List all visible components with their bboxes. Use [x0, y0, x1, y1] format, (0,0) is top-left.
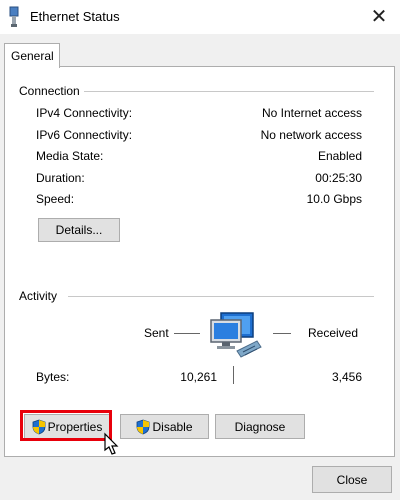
close-button-label: Close [336, 472, 368, 487]
close-icon[interactable]: ✕ [366, 4, 392, 30]
tab-panel-general [4, 66, 395, 457]
ethernet-adapter-icon [9, 6, 19, 27]
activity-group-label: Activity [19, 289, 62, 303]
properties-highlight-box [20, 410, 112, 441]
activity-group-line [68, 296, 374, 297]
window-title: Ethernet Status [30, 9, 120, 24]
tab-general[interactable]: General [4, 43, 60, 68]
tab-general-label: General [11, 49, 54, 63]
ipv6-label: IPv6 Connectivity: [36, 128, 133, 142]
uac-shield-icon [137, 419, 150, 434]
ipv4-label: IPv4 Connectivity: [36, 106, 133, 120]
media-state-label: Media State: [36, 149, 104, 163]
mouse-pointer-icon [104, 432, 119, 455]
ipv6-value: No network access [260, 128, 362, 142]
bytes-divider [233, 366, 234, 384]
details-button[interactable]: Details... [38, 218, 120, 242]
connection-group-line [84, 91, 374, 92]
speed-label: Speed: [36, 192, 75, 206]
network-computers-icon [210, 312, 262, 358]
bytes-sent-value: 10,261 [180, 370, 217, 384]
disable-button[interactable]: Disable [120, 414, 209, 439]
diagnose-button[interactable]: Diagnose [215, 414, 305, 439]
bytes-label: Bytes: [36, 370, 70, 384]
received-line [273, 333, 291, 334]
sent-line [174, 333, 200, 334]
ipv4-value: No Internet access [261, 106, 362, 120]
speed-value: 10.0 Gbps [306, 192, 362, 206]
close-button[interactable]: Close [312, 466, 392, 493]
sent-label: Sent [144, 326, 169, 340]
media-state-value: Enabled [317, 149, 362, 163]
details-button-label: Details... [55, 223, 103, 237]
bytes-received-value: 3,456 [331, 370, 362, 384]
duration-value: 00:25:30 [315, 171, 362, 185]
connection-group-label: Connection [19, 84, 84, 98]
duration-label: Duration: [36, 171, 85, 185]
disable-button-label: Disable [152, 419, 193, 434]
diagnose-button-label: Diagnose [234, 419, 286, 434]
received-label: Received [308, 326, 359, 340]
title-bar: Ethernet Status ✕ [0, 0, 400, 34]
